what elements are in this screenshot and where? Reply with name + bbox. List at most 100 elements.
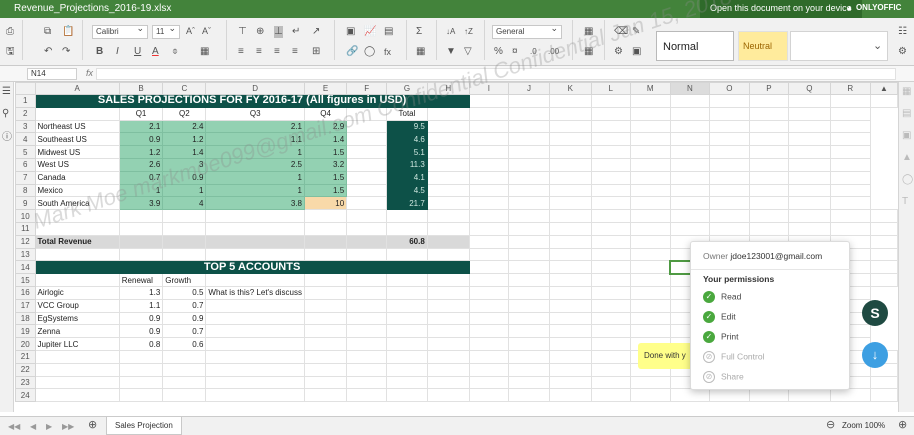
column-header[interactable]: L [590, 82, 631, 95]
total-value[interactable]: 60.8 [386, 234, 428, 249]
value-cell[interactable]: 2.9 [303, 119, 348, 134]
header-cell[interactable]: Q4 [303, 106, 348, 121]
account-name[interactable]: Jupiter LLC [34, 337, 120, 351]
value-cell[interactable]: 1.2 [162, 132, 207, 147]
value-cell[interactable]: 1.5 [303, 145, 348, 159]
open-on-device-button[interactable]: Open this document on your device [700, 0, 862, 18]
delete-cells-icon[interactable]: ▦ [584, 46, 593, 58]
total-label[interactable]: Total Revenue [34, 234, 120, 249]
account-name[interactable]: Airlogic [34, 285, 120, 300]
table-settings-icon[interactable]: ▤ [902, 108, 911, 120]
value-cell[interactable]: 0.7 [162, 298, 207, 313]
header-cell[interactable]: Q3 [205, 106, 305, 121]
named-ranges-icon[interactable]: ▣ [632, 46, 641, 58]
gear-icon[interactable]: ⚙ [898, 46, 907, 58]
value-cell[interactable]: 3.9 [118, 196, 164, 211]
next-sheet-icon[interactable]: ▶ [46, 421, 52, 433]
value-cell[interactable]: 0.9 [118, 324, 164, 339]
sheet-title[interactable]: SALES PROJECTIONS FOR FY 2016-17 (All fi… [34, 94, 470, 108]
value-cell[interactable]: 0.9 [162, 311, 207, 326]
save-icon[interactable]: 🖫 [6, 46, 15, 58]
increase-font-icon[interactable]: Aˆ [186, 25, 195, 37]
style-normal[interactable]: Normal [656, 31, 734, 61]
value-cell[interactable]: 10 [303, 196, 348, 211]
account-name[interactable]: Zenna [34, 324, 120, 339]
zoom-out-icon[interactable]: ⊖ [826, 419, 835, 431]
total-cell[interactable]: 4.5 [386, 183, 428, 198]
text-settings-icon[interactable]: T [902, 196, 908, 208]
column-header[interactable]: D [205, 82, 305, 95]
region-name[interactable]: Canada [34, 170, 120, 185]
undo-icon[interactable]: ↶ [44, 46, 52, 58]
bold-icon[interactable]: B [96, 46, 103, 58]
value-cell[interactable]: 1.2 [118, 145, 164, 159]
value-cell[interactable]: 1.4 [303, 132, 348, 147]
prev-sheet-icon[interactable]: ◀ [30, 421, 36, 433]
column-header[interactable]: G [386, 82, 428, 95]
shape-icon[interactable]: ◯ [364, 46, 375, 58]
copy-style-icon[interactable]: ✎ [632, 26, 640, 38]
value-cell[interactable]: 1.3 [118, 285, 164, 300]
search-icon[interactable]: ⚲ [2, 108, 9, 120]
region-name[interactable]: South America [34, 196, 120, 211]
value-cell[interactable]: 0.5 [162, 285, 207, 300]
font-color-icon[interactable]: A [152, 46, 159, 58]
value-cell[interactable]: 2.6 [118, 157, 164, 172]
column-header[interactable]: C [162, 82, 207, 95]
region-name[interactable]: West US [34, 157, 120, 172]
shape-settings-icon[interactable]: ◯ [902, 174, 913, 186]
italic-icon[interactable]: I [116, 46, 119, 58]
secure-logo-button[interactable]: S [862, 300, 888, 326]
comment-note[interactable]: What is this? Let's discuss [205, 285, 305, 300]
percent-icon[interactable]: % [494, 46, 503, 58]
decrease-font-icon[interactable]: Aˇ [202, 25, 211, 37]
value-cell[interactable]: 1 [205, 183, 305, 198]
insert-chart-icon[interactable]: 📈 [364, 26, 376, 38]
column-header[interactable]: F [346, 82, 388, 95]
sheet-tab[interactable]: Sales Projection [106, 417, 182, 435]
number-format-select[interactable]: General [492, 23, 562, 39]
justify-icon[interactable]: ≡ [292, 46, 298, 58]
header-cell[interactable]: Renewal [118, 273, 164, 287]
image-settings-icon[interactable]: ▣ [902, 130, 911, 142]
value-cell[interactable]: 1 [162, 183, 207, 198]
column-header[interactable]: E [303, 82, 348, 95]
font-name-select[interactable]: Calibri [92, 23, 148, 39]
redo-icon[interactable]: ↷ [62, 46, 70, 58]
account-name[interactable]: EgSystems [34, 311, 120, 326]
value-cell[interactable]: 0.7 [118, 170, 164, 185]
value-cell[interactable]: 3.8 [205, 196, 305, 211]
function-icon[interactable]: fx [86, 68, 93, 78]
value-cell[interactable]: 3.2 [303, 157, 348, 172]
total-cell[interactable]: 4.1 [386, 170, 428, 185]
chevron-down-icon[interactable]: ⌄ [873, 40, 882, 52]
clear-filter-icon[interactable]: ▽ [464, 46, 472, 58]
clear-icon[interactable]: ⌫ [614, 26, 628, 38]
hyperlink-icon[interactable]: 🔗 [346, 46, 358, 58]
value-cell[interactable]: 2.4 [162, 119, 207, 134]
column-header-selected[interactable]: N [669, 82, 711, 95]
region-name[interactable]: Northeast US [34, 119, 120, 134]
decrease-decimal-icon[interactable]: .0 [530, 46, 537, 58]
filter-icon[interactable]: ▼ [446, 46, 456, 58]
currency-icon[interactable]: ¤ [512, 46, 518, 58]
column-header[interactable]: J [507, 82, 551, 95]
align-center-icon[interactable]: ≡ [256, 46, 262, 58]
file-menu-icon[interactable]: ☰ [2, 86, 11, 98]
insert-image-icon[interactable]: ▣ [346, 26, 355, 38]
value-cell[interactable]: 2.1 [205, 119, 305, 134]
column-header[interactable]: I [468, 82, 509, 95]
account-name[interactable]: VCC Group [34, 298, 120, 313]
wrap-text-icon[interactable]: ↵ [292, 26, 300, 38]
first-sheet-icon[interactable]: ◀◀ [8, 421, 20, 433]
align-left-icon[interactable]: ≡ [238, 46, 244, 58]
scroll-up-arrow[interactable]: ▲ [870, 82, 898, 95]
font-size-select[interactable]: 11 [152, 23, 180, 39]
header-cell[interactable]: Total [386, 106, 428, 121]
settings-icon[interactable]: ☷ [898, 26, 907, 38]
total-cell[interactable]: 9.5 [386, 119, 428, 134]
region-name[interactable]: Midwest US [34, 145, 120, 159]
value-cell[interactable]: 2.5 [205, 157, 305, 172]
align-middle-icon[interactable]: ⊕ [256, 26, 264, 38]
print-icon[interactable]: ⎙ [6, 26, 14, 38]
